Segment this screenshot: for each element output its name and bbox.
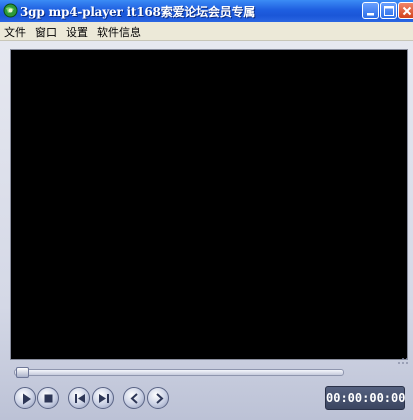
minimize-button[interactable] bbox=[362, 2, 379, 19]
menu-bar: 文件 窗口 设置 软件信息 bbox=[0, 22, 413, 41]
next-button[interactable] bbox=[92, 387, 114, 409]
skip-next-icon bbox=[99, 394, 109, 403]
minimize-icon bbox=[367, 13, 374, 16]
play-icon bbox=[23, 393, 31, 405]
video-display[interactable] bbox=[11, 50, 407, 359]
player-window: 3gp mp4-player it168索爱论坛会员专属 文件 窗口 设置 软件… bbox=[0, 0, 413, 420]
window-title: 3gp mp4-player it168索爱论坛会员专属 bbox=[20, 5, 256, 19]
chevron-right-icon bbox=[156, 393, 164, 404]
chevron-left-icon bbox=[130, 393, 138, 404]
maximize-button[interactable] bbox=[380, 2, 397, 19]
step-back-button[interactable] bbox=[123, 387, 145, 409]
close-icon bbox=[402, 6, 412, 16]
skip-previous-icon bbox=[75, 394, 85, 403]
seek-thumb[interactable] bbox=[16, 367, 29, 378]
close-button[interactable] bbox=[398, 2, 413, 19]
title-bar[interactable]: 3gp mp4-player it168索爱论坛会员专属 bbox=[0, 0, 413, 22]
seek-bar[interactable] bbox=[14, 369, 344, 376]
resize-grip-icon[interactable] bbox=[396, 355, 410, 365]
maximize-icon bbox=[384, 6, 394, 16]
menu-software-info[interactable]: 软件信息 bbox=[97, 24, 141, 40]
play-button[interactable] bbox=[14, 387, 36, 409]
previous-button[interactable] bbox=[68, 387, 90, 409]
step-forward-button[interactable] bbox=[147, 387, 169, 409]
menu-settings[interactable]: 设置 bbox=[66, 24, 88, 40]
time-display: 00:00:00:00 bbox=[325, 386, 405, 410]
stop-button[interactable] bbox=[37, 387, 59, 409]
globe-icon[interactable] bbox=[3, 3, 18, 18]
stop-icon bbox=[44, 394, 53, 403]
menu-window[interactable]: 窗口 bbox=[35, 24, 57, 40]
menu-file[interactable]: 文件 bbox=[4, 24, 26, 40]
